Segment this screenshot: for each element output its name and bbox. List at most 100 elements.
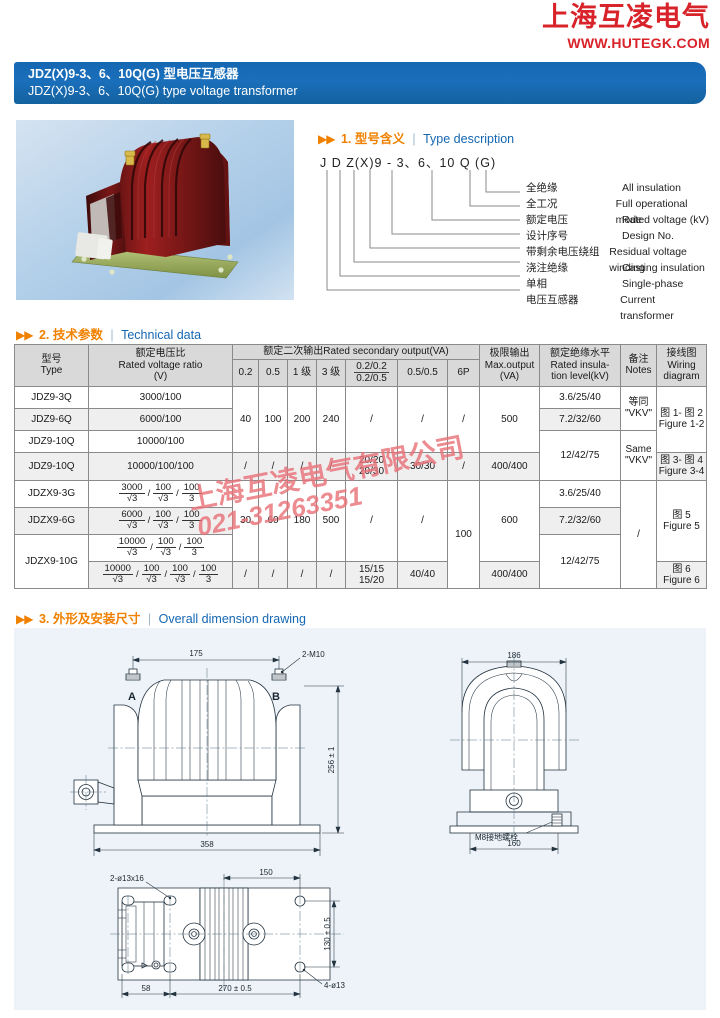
cell-type: JDZX9-3G — [14, 479, 89, 508]
section-3-title-en: Overall dimension drawing — [158, 612, 306, 626]
cell-wiring: 图 3- 图 4 Figure 3-4 — [656, 451, 707, 481]
fraction: 10000 √3 — [116, 536, 148, 558]
legend-label-cn: 额定电压 — [526, 214, 568, 226]
cell-ratio: 6000 √3 / 100 √3 / 100 3 — [88, 506, 233, 535]
section-2-title-en: Technical data — [121, 328, 202, 342]
cell-type: JDZX9-10G — [14, 533, 89, 589]
header-class-1: 1 级 — [287, 358, 317, 387]
header-ratio: 额定电压比 Rated voltage ratio (V) — [88, 344, 233, 387]
section-2-number: 2. — [38, 328, 50, 342]
header-class-0202-top: 0.2/0.2 — [354, 360, 389, 373]
header-class-02: 0.2 — [232, 358, 259, 387]
section-2-title-cn: 技术参数 — [52, 328, 103, 342]
cell-max-output: 600 — [479, 479, 540, 562]
header-ratio-en: Rated voltage ratio — [118, 359, 203, 371]
dimension-drawings-panel: .ln { fill:none; stroke:#22323f; stroke-… — [14, 628, 706, 1010]
section-3-divider: | — [147, 612, 152, 626]
cell-3: / — [316, 451, 346, 481]
cell-notes: 等同 "VKV" — [620, 385, 657, 431]
cell-0202: / — [345, 385, 398, 453]
cell-insulation: 3.6/25/40 — [539, 479, 621, 508]
ratio-fraction-group: 10000 √3 / 100 √3 / 100 3 — [116, 536, 205, 558]
plan-view-drawing: 2-ø13x16 150 130 ± 0.5 4-ø13 58 270 ± 0.… — [110, 868, 345, 998]
cell-notes: / — [620, 479, 657, 589]
side-dim-base-width: 160 — [507, 839, 521, 848]
fraction: 100 √3 — [153, 482, 174, 504]
header-notes: 备注 Notes — [620, 344, 657, 387]
cell-wiring: 图 5 Figure 5 — [656, 479, 707, 562]
side-dim-width: 186 — [507, 651, 521, 660]
fraction: 6000 √3 — [119, 509, 145, 531]
front-dim-top-width: 175 — [189, 649, 203, 658]
plan-dim-holes: 4-ø13 — [324, 981, 345, 990]
front-terminal-a-label: A — [128, 691, 136, 703]
legend-label-en: Residual voltage winding — [609, 246, 687, 274]
cell-1: / — [287, 560, 317, 589]
header-insulation: 额定绝缘水平 Rated insula- tion level(kV) — [539, 344, 621, 387]
legend-label-en: Design No. — [622, 230, 674, 242]
header-max-cn: 极限输出 — [489, 348, 530, 359]
header-class-6p: 6P — [447, 358, 480, 387]
table-body: JDZ9-3Q 3000/100 40 100 200 240 / / / 50… — [14, 385, 707, 589]
legend-label-cn: 全工况 — [526, 198, 558, 210]
ratio-fraction-group: 10000 √3 / 100 √3 / 100 √3 / 100 3 — [102, 563, 219, 585]
header-ratio-unit: (V) — [153, 371, 168, 382]
fraction: 100 3 — [181, 482, 202, 504]
cell-02: / — [232, 560, 259, 589]
cell-wiring: 图 1- 图 2 Figure 1-2 — [656, 385, 707, 453]
legend-row: 浇注绝缘 Casting insulation — [526, 260, 710, 276]
product-photo — [16, 120, 294, 300]
plan-dim-hole-spacing: 150 — [259, 868, 273, 877]
ratio-fraction-group: 6000 √3 / 100 √3 / 100 3 — [119, 509, 202, 531]
cell-05: / — [258, 451, 288, 481]
cell-type: JDZ9-3Q — [14, 385, 89, 409]
header-wiring: 接线图 Wiring diagram — [656, 344, 707, 387]
cell-ratio: 3000/100 — [88, 385, 233, 409]
header-max-unit: (VA) — [499, 371, 520, 382]
legend-row: 电压互感器 Current transformer — [526, 292, 710, 322]
cell-insulation: 12/42/75 — [539, 533, 621, 589]
section-arrow-icon: ▶▶ — [16, 612, 33, 626]
table-row: JDZ9-3Q 3000/100 40 100 200 240 / / / 50… — [14, 385, 707, 453]
legend-label-cn: 带剩余电压绕组 — [526, 246, 600, 258]
cell-0505: / — [397, 479, 448, 562]
cell-3: 500 — [316, 479, 346, 562]
cell-notes: Same "VKV" — [620, 429, 657, 481]
fraction: 100 3 — [184, 536, 205, 558]
legend-row: 全工况 Full operational mode — [526, 196, 710, 226]
header-wiring-en1: Wiring — [667, 359, 696, 371]
cell-6p: / — [447, 385, 480, 453]
plan-dim-slot-holes: 2-ø13x16 — [110, 874, 144, 883]
cell-max-output: 400/400 — [479, 451, 540, 481]
header-class-05: 0.5 — [258, 358, 288, 387]
section-2-divider: | — [110, 328, 114, 342]
front-view-drawing: A B 175 2-M10 256 ± 1 358 — [70, 649, 344, 856]
legend-label-cn: 电压互感器 — [526, 294, 579, 306]
plan-dim-edge: 58 — [142, 984, 151, 993]
header-max-en: Max.output — [484, 359, 535, 371]
page-title-en: JDZ(X)9-3、6、10Q(G) type voltage transfor… — [28, 84, 298, 98]
cell-ratio: 3000 √3 / 100 √3 / 100 3 — [88, 479, 233, 508]
legend-label-en: Current transformer — [620, 294, 674, 322]
header-insulation-en1: Rated insula- — [550, 359, 610, 371]
header-notes-cn: 备注 — [628, 353, 649, 365]
legend-label-en: Casting insulation — [622, 262, 705, 274]
cell-type: JDZ9-10Q — [14, 451, 89, 481]
front-dim-base-width: 358 — [200, 840, 214, 849]
cell-type: JDZ9-10Q — [14, 429, 89, 453]
header-notes-en: Notes — [625, 365, 652, 377]
header-wiring-cn: 接线图 — [666, 348, 697, 359]
cell-max-output: 400/400 — [479, 560, 540, 589]
cell-ratio: 6000/100 — [88, 407, 233, 431]
cell-0202: / — [345, 479, 398, 562]
cell-6p: 100 — [447, 479, 480, 589]
fraction: 10000 √3 — [102, 563, 133, 585]
plan-dim-length: 270 ± 0.5 — [218, 984, 252, 993]
header-class-3: 3 级 — [316, 358, 346, 387]
header-class-0505: 0.5/0.5 — [397, 358, 448, 387]
header-class-0202: 0.2/0.2 0.2/0.5 — [345, 358, 398, 387]
legend-label-cn: 设计序号 — [526, 230, 568, 242]
page-title-cn-suffix: 型电压互感器 — [159, 67, 239, 81]
table-header-row-1: 型号 Type 额定电压比 Rated voltage ratio (V) 额定… — [14, 344, 707, 387]
fraction: 100 √3 — [170, 563, 190, 585]
